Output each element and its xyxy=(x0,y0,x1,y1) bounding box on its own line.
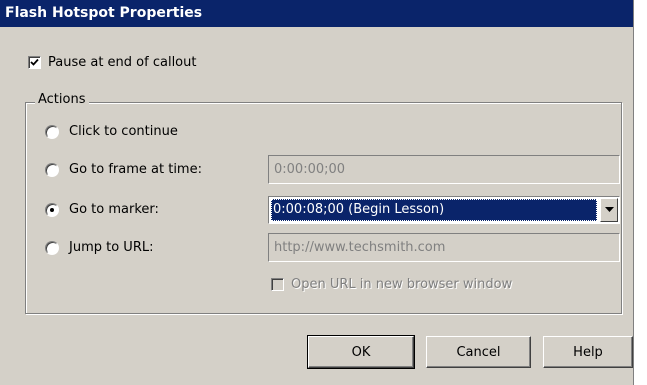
ok-button[interactable]: OK xyxy=(307,335,415,369)
open-new-window-checkbox[interactable] xyxy=(271,278,284,291)
radio-label: Jump to URL: xyxy=(69,240,154,255)
radio-label: Go to frame at time: xyxy=(69,162,202,177)
radio-go-to-marker[interactable]: Go to marker: xyxy=(45,202,159,217)
radio-click-to-continue[interactable]: Click to continue xyxy=(45,124,178,139)
url-field[interactable]: http://www.techsmith.com xyxy=(268,233,620,262)
actions-group-label: Actions xyxy=(35,92,89,107)
radio-label: Go to marker: xyxy=(69,202,159,217)
dropdown-arrow-button[interactable] xyxy=(600,198,618,222)
frame-time-field[interactable]: 0:00:00;00 xyxy=(268,155,620,184)
pause-checkbox-row[interactable]: Pause at end of callout xyxy=(28,55,196,70)
dialog-title: Flash Hotspot Properties xyxy=(5,5,203,21)
radio-button[interactable] xyxy=(45,124,59,139)
open-new-window-label: Open URL in new browser window xyxy=(291,277,513,292)
flash-hotspot-dialog: Flash Hotspot Properties Pause at end of… xyxy=(0,0,634,385)
radio-go-to-frame[interactable]: Go to frame at time: xyxy=(45,162,202,177)
help-button[interactable]: Help xyxy=(543,336,633,368)
radio-jump-to-url[interactable]: Jump to URL: xyxy=(45,240,153,255)
dropdown-arrow-icon xyxy=(604,207,614,212)
radio-button[interactable] xyxy=(45,240,59,255)
marker-combobox[interactable]: 0:00:08;00 (Begin Lesson) xyxy=(268,196,620,224)
radio-button[interactable] xyxy=(45,162,59,177)
radio-selected-dot xyxy=(50,207,54,212)
cancel-button[interactable]: Cancel xyxy=(426,336,531,368)
radio-button[interactable] xyxy=(45,202,59,217)
marker-selected-value: 0:00:08;00 (Begin Lesson) xyxy=(271,199,597,221)
title-bar: Flash Hotspot Properties xyxy=(0,0,633,27)
check-icon xyxy=(30,58,39,66)
pause-checkbox[interactable] xyxy=(28,56,41,69)
radio-label: Click to continue xyxy=(69,124,178,139)
open-new-window-checkbox-row[interactable]: Open URL in new browser window xyxy=(271,277,512,292)
pause-checkbox-label: Pause at end of callout xyxy=(48,55,197,70)
